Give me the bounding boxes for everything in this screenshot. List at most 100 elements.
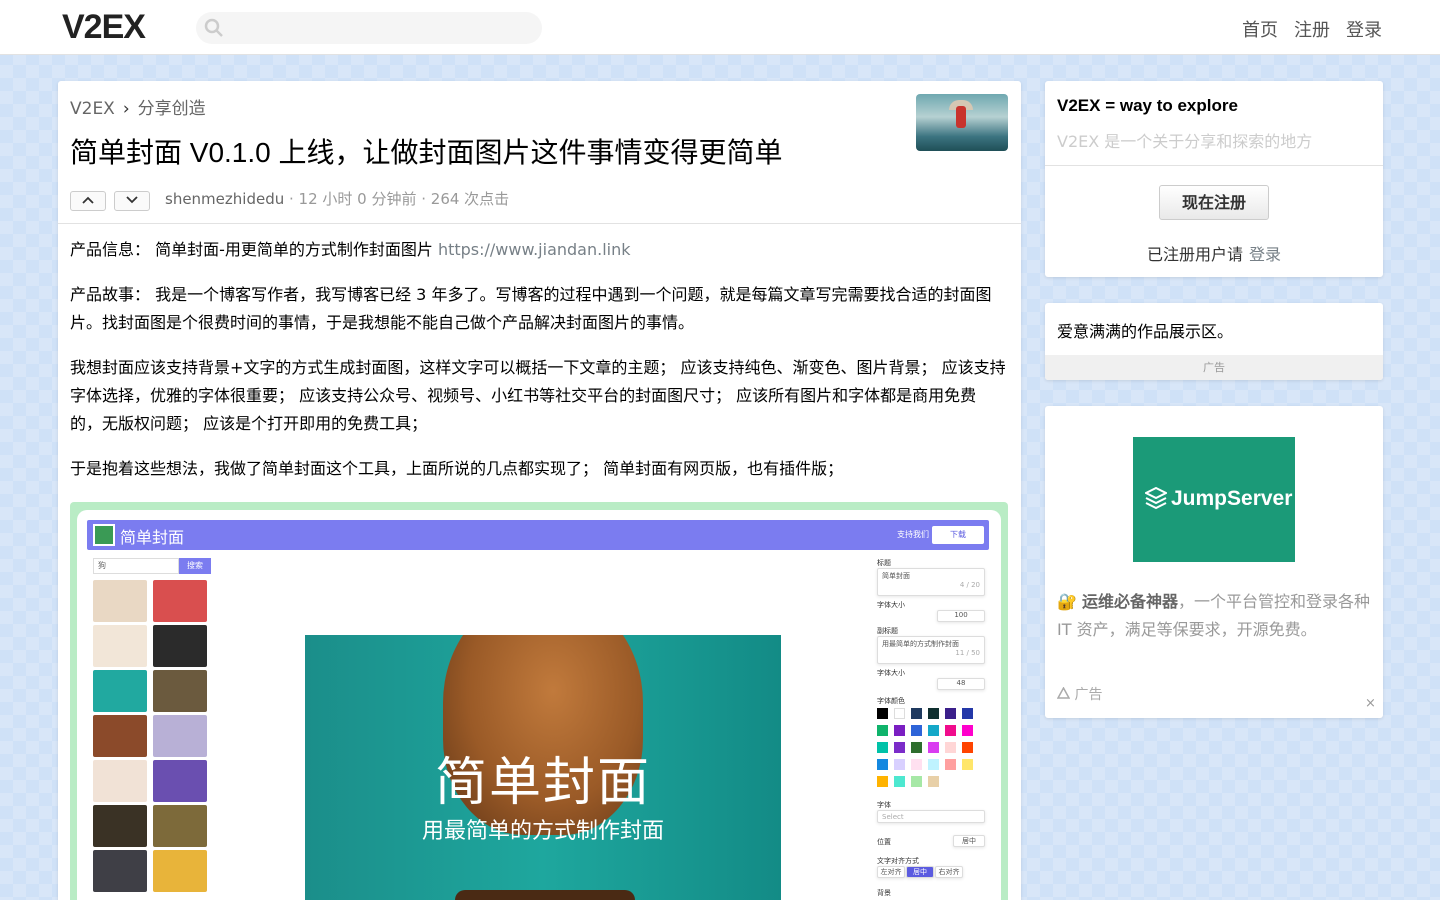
nav-login[interactable]: 登录 xyxy=(1346,16,1382,42)
color-swatch xyxy=(928,759,939,770)
title-label: 标题 xyxy=(877,559,891,567)
dog-thumbnail xyxy=(153,625,207,667)
color-swatch xyxy=(911,708,922,719)
dog-thumbnail xyxy=(93,760,147,802)
jumpserver-logo-text: JumpServer xyxy=(1171,487,1293,510)
color-swatch xyxy=(894,742,905,753)
app-support-link: 支持我们 xyxy=(897,530,929,539)
dog-thumbnail xyxy=(153,580,207,622)
ad-box-showcase[interactable]: 爱意满满的作品展示区。 广告 xyxy=(1045,303,1383,380)
nav-signup[interactable]: 注册 xyxy=(1294,16,1330,42)
font-size-label-2: 字体大小 xyxy=(877,669,905,677)
top-nav: 首页 注册 登录 xyxy=(1242,16,1382,42)
post-meta: shenmezhidedu · 12 小时 0 分钟前 · 264 次点击 xyxy=(165,188,509,209)
search-input[interactable] xyxy=(232,16,532,40)
color-swatch xyxy=(928,742,939,753)
cover-preview: 简单封面 用最简单的方式制作封面 xyxy=(305,635,781,900)
font-select: Select xyxy=(877,810,985,823)
ad-box-jumpserver: JumpServer 🔐 运维必备神器，一个平台管控和登录各种 IT 资产，满足… xyxy=(1045,406,1383,718)
app-search-input: 狗 xyxy=(93,558,179,574)
dog-thumbnail xyxy=(93,625,147,667)
login-link[interactable]: 登录 xyxy=(1249,245,1281,264)
post-content: 产品信息： 简单封面-用更简单的方式制作封面图片 https://www.jia… xyxy=(70,236,1008,500)
site-logo[interactable]: V2EX xyxy=(62,8,146,47)
color-swatch xyxy=(945,708,956,719)
color-swatch xyxy=(877,725,888,736)
color-swatch xyxy=(877,776,888,787)
ad-description[interactable]: 🔐 运维必备神器，一个平台管控和登录各种 IT 资产，满足等保要求，开源免费。 xyxy=(1057,588,1371,644)
ad-label: 广告 xyxy=(1045,355,1383,380)
breadcrumb-node[interactable]: 分享创造 xyxy=(138,99,206,119)
author-avatar[interactable] xyxy=(916,94,1008,151)
color-swatch xyxy=(894,776,905,787)
dog-thumbnail xyxy=(153,670,207,712)
search-box[interactable] xyxy=(196,12,542,44)
signup-button[interactable]: 现在注册 xyxy=(1159,185,1269,220)
cover-title: 简单封面 xyxy=(434,753,651,813)
color-swatch xyxy=(894,759,905,770)
paragraph-features: 我想封面应该支持背景+文字的方式生成封面图，这样文字可以概括一下文章的主题； 应… xyxy=(70,358,1006,433)
cover-subtitle: 用最简单的方式制作封面 xyxy=(421,819,664,844)
site-slogan: V2EX = way to explore xyxy=(1057,96,1238,115)
author-link[interactable]: shenmezhidedu xyxy=(165,190,284,208)
dog-thumbnail xyxy=(93,670,147,712)
dog-thumbnail xyxy=(93,580,147,622)
background-label: 背景 xyxy=(877,889,891,897)
app-header: 简单封面 支持我们 下载 xyxy=(87,520,989,550)
top-bar: V2EX 首页 注册 登录 xyxy=(0,0,1440,55)
chevron-down-icon xyxy=(126,196,138,204)
jumpserver-logo-icon xyxy=(1145,487,1167,510)
color-swatch xyxy=(945,742,956,753)
color-swatch xyxy=(928,725,939,736)
position-label: 位置 xyxy=(877,838,891,846)
font-label: 字体 xyxy=(877,801,891,809)
color-swatch xyxy=(877,708,888,719)
subtitle-label: 副标题 xyxy=(877,627,898,635)
breadcrumb-separator: › xyxy=(122,99,130,119)
color-swatch xyxy=(911,759,922,770)
welcome-box: V2EX = way to explore V2EX 是一个关于分享和探索的地方… xyxy=(1045,81,1383,277)
breadcrumb-home[interactable]: V2EX xyxy=(70,99,115,119)
align-label: 文字对齐方式 xyxy=(877,857,919,865)
upvote-button[interactable] xyxy=(70,191,106,211)
app-title: 简单封面 xyxy=(120,528,185,547)
title-field: 简单封面 4 / 20 xyxy=(877,568,985,596)
app-download-button: 下载 xyxy=(932,526,984,544)
dog-thumbnail xyxy=(93,850,147,892)
post-title: 简单封面 V0.1.0 上线，让做封面图片这件事情变得更简单 xyxy=(70,137,783,168)
color-swatch xyxy=(911,742,922,753)
font-size-stepper: 100 xyxy=(937,610,985,622)
lock-icon: 🔐 xyxy=(1057,592,1077,611)
divider xyxy=(58,223,1021,224)
color-swatch xyxy=(945,759,956,770)
paragraph-story: 产品故事： 我是一个博客写作者，我写博客已经 3 年多了。写博客的过程中遇到一个… xyxy=(70,285,992,332)
dog-thumbnail xyxy=(153,805,207,847)
font-size-label: 字体大小 xyxy=(877,601,905,609)
downvote-button[interactable] xyxy=(114,191,150,211)
close-icon[interactable]: × xyxy=(1365,696,1376,711)
color-swatch xyxy=(894,725,905,736)
paragraph-info: 产品信息： 简单封面-用更简单的方式制作封面图片 https://www.jia… xyxy=(70,240,631,259)
screenshot-frame: 简单封面 支持我们 下载 狗 搜索 简单封面 用最简单的方式制作封面 标题 简单… xyxy=(77,510,1001,900)
search-icon xyxy=(204,18,223,37)
chevron-up-icon xyxy=(82,196,94,204)
dog-thumbnail xyxy=(93,715,147,757)
product-link[interactable]: https://www.jiandan.link xyxy=(438,240,631,259)
color-swatch xyxy=(928,776,939,787)
dog-thumbnail xyxy=(153,850,207,892)
avatar-figure xyxy=(956,106,966,128)
color-swatch xyxy=(928,708,939,719)
color-swatch xyxy=(962,759,973,770)
jumpserver-logo[interactable]: JumpServer xyxy=(1133,437,1295,562)
app-logo-icon xyxy=(93,524,115,546)
app-search-button: 搜索 xyxy=(179,558,211,574)
color-swatch xyxy=(894,708,905,719)
color-swatch xyxy=(945,725,956,736)
dog-thumbnail xyxy=(153,760,207,802)
ad-text[interactable]: 爱意满满的作品展示区。 xyxy=(1057,318,1233,342)
product-screenshot: 简单封面 支持我们 下载 狗 搜索 简单封面 用最简单的方式制作封面 标题 简单… xyxy=(70,502,1008,900)
subtitle-field: 用最简单的方式制作封面 11 / 50 xyxy=(877,636,985,664)
post-stats: · 12 小时 0 分钟前 · 264 次点击 xyxy=(284,190,510,208)
nav-home[interactable]: 首页 xyxy=(1242,16,1278,42)
breadcrumb: V2EX › 分享创造 xyxy=(70,94,206,119)
